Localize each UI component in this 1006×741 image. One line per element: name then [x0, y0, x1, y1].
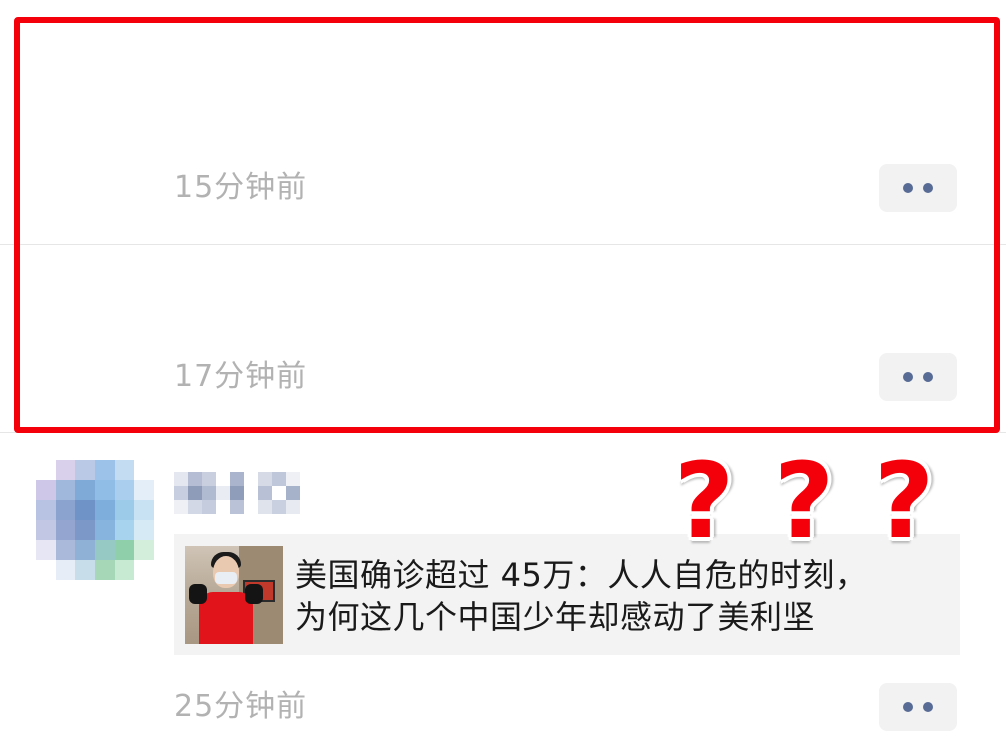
timestamp: 25分钟前 [174, 689, 308, 724]
article-title-line-1: 美国确诊超过 45万：人人自危的时刻， [295, 556, 868, 594]
question-mark-annotation: ? [773, 440, 835, 562]
highlight-annotation-box [14, 17, 1000, 433]
article-title: 美国确诊超过 45万：人人自危的时刻， 为何这几个中国少年却感动了美利坚 [295, 554, 945, 638]
dot-icon [903, 702, 913, 712]
username-pixelated[interactable] [174, 472, 300, 514]
question-mark-annotation: ? [673, 440, 735, 562]
question-mark-annotation: ? [873, 440, 935, 562]
avatar[interactable] [36, 460, 154, 580]
dot-icon [923, 702, 933, 712]
more-options-button[interactable] [879, 683, 957, 731]
article-title-line-2: 为何这几个中国少年却感动了美利坚 [295, 598, 816, 636]
article-thumbnail [185, 546, 283, 644]
